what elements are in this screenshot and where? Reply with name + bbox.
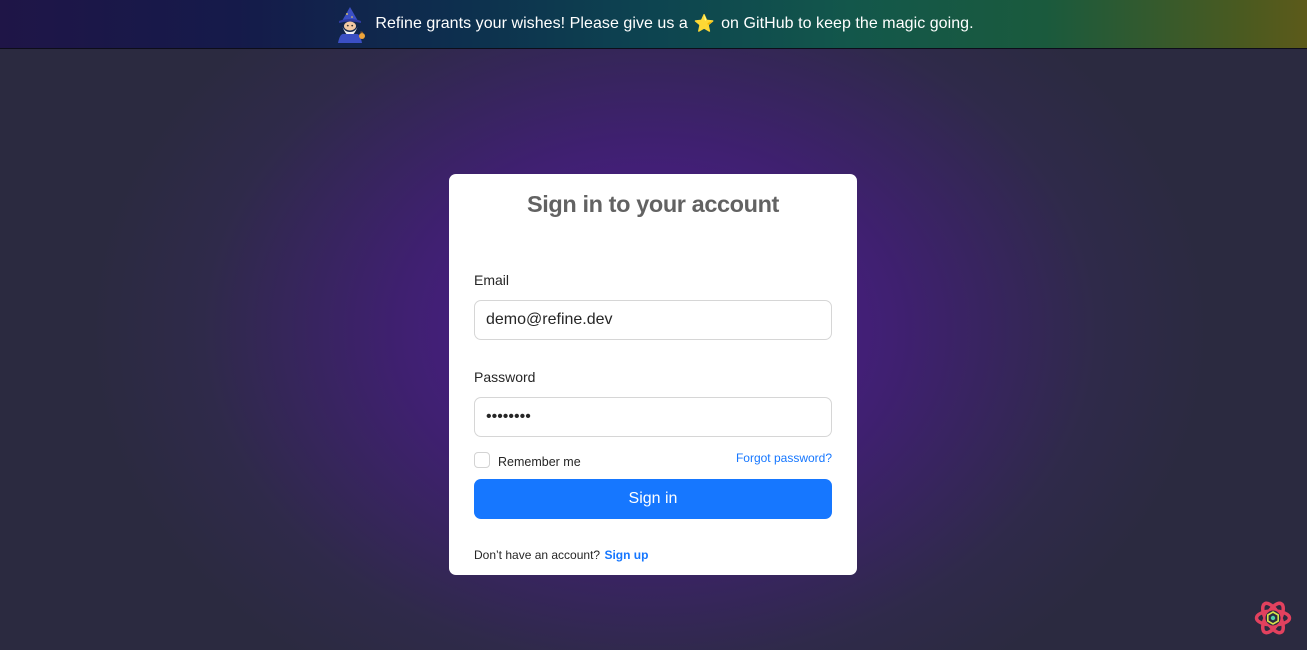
page-title: Sign in to your account — [527, 191, 779, 217]
email-label: Email — [474, 272, 510, 288]
sign-up-link[interactable]: Sign up — [604, 548, 648, 562]
signup-row: Don’t have an account? Sign up — [474, 548, 832, 562]
wizard-mascot-icon — [333, 5, 367, 43]
refine-devtools-icon[interactable] — [1254, 599, 1292, 637]
login-card: Sign in to your account Email Password R… — [449, 174, 857, 575]
password-label: Password — [474, 369, 536, 385]
banner-message: Refine grants your wishes! Please give u… — [375, 14, 973, 34]
password-field[interactable] — [474, 397, 832, 437]
star-icon: ⭐ — [693, 14, 716, 33]
remember-me-checkbox[interactable]: Remember me — [474, 451, 581, 469]
remember-me-label: Remember me — [498, 455, 581, 469]
github-star-banner[interactable]: Refine grants your wishes! Please give u… — [0, 0, 1307, 49]
signup-prompt: Don’t have an account? — [474, 548, 601, 562]
checkbox-box[interactable] — [474, 452, 490, 468]
email-field[interactable] — [474, 300, 832, 340]
remember-row: Remember me Forgot password? — [474, 451, 832, 469]
forgot-password-link[interactable]: Forgot password? — [736, 451, 832, 465]
banner-text-after: on GitHub to keep the magic going. — [721, 15, 974, 32]
sign-in-button[interactable]: Sign in — [474, 479, 832, 519]
banner-text-before: Refine grants your wishes! Please give u… — [375, 15, 688, 32]
